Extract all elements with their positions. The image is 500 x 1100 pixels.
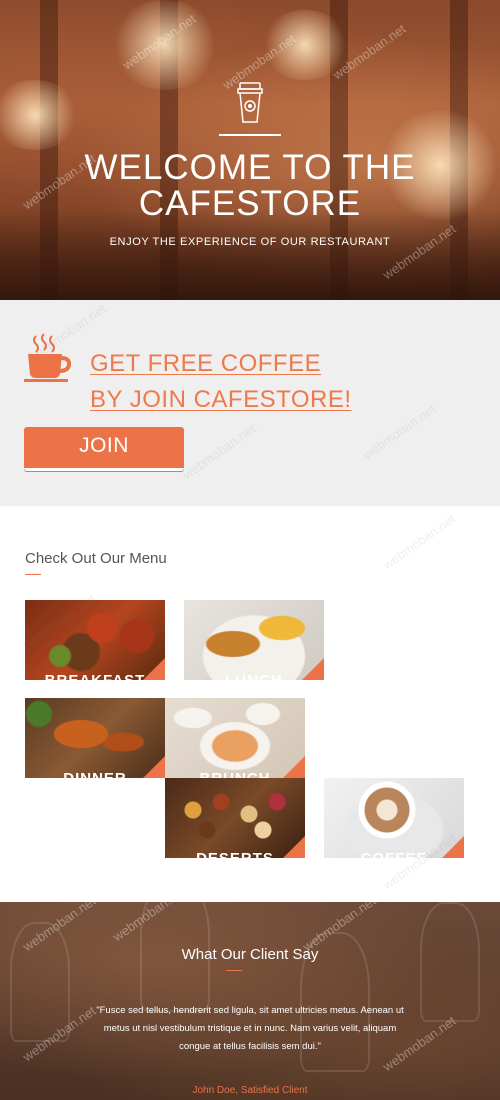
offer-headline-line1[interactable]: GET FREE COFFEE bbox=[90, 350, 321, 378]
menu-section-title: Check Out Our Menu bbox=[25, 550, 167, 567]
watermark-text: webmoban.net bbox=[180, 421, 259, 483]
steaming-cup-icon bbox=[24, 333, 72, 382]
hero-title: WELCOME TO THE CAFESTORE bbox=[0, 150, 500, 222]
menu-tile-label: BRUNCH bbox=[165, 770, 305, 778]
hero-subtitle: ENJOY THE EXPERIENCE OF OUR RESTAURANT bbox=[109, 236, 391, 248]
watermark-text: webmoban.net bbox=[380, 511, 459, 573]
testimonial-title-underline bbox=[226, 970, 242, 971]
testimonial-title: What Our Client Say bbox=[181, 946, 319, 963]
free-coffee-section: GET FREE COFFEE BY JOIN CAFESTORE! JOIN … bbox=[0, 300, 500, 506]
menu-tile-breakfast[interactable]: BREAKFAST bbox=[25, 600, 165, 680]
testimonial-section: What Our Client Say "Fusce sed tellus, h… bbox=[0, 902, 500, 1100]
hero-title-line2: CAFESTORE bbox=[138, 184, 362, 223]
menu-tile-deserts[interactable]: DESERTS bbox=[165, 778, 305, 858]
testimonial-author-link[interactable]: John Doe, Satisfied Client bbox=[0, 1085, 500, 1096]
menu-tile-label: COFFEE bbox=[324, 850, 464, 858]
hero-divider bbox=[219, 134, 281, 136]
hero-chandelier-glow bbox=[260, 10, 350, 80]
background-glass-shape bbox=[10, 922, 70, 1042]
join-button[interactable]: JOIN bbox=[24, 427, 184, 471]
offer-headline-line2[interactable]: BY JOIN CAFESTORE! bbox=[90, 386, 352, 414]
hero-tables-shadow bbox=[0, 210, 500, 300]
hero-banner: WELCOME TO THE CAFESTORE ENJOY THE EXPER… bbox=[0, 0, 500, 300]
menu-title-underline bbox=[25, 574, 41, 575]
menu-tile-label: DINNER bbox=[25, 770, 165, 778]
hero-chandelier-glow bbox=[110, 0, 220, 90]
menu-tile-label: DESERTS bbox=[165, 850, 305, 858]
hero-title-line1: WELCOME TO THE bbox=[84, 148, 416, 187]
menu-tile-lunch[interactable]: LUNCH bbox=[184, 600, 324, 680]
watermark-text: webmoban.net bbox=[360, 401, 439, 463]
menu-tile-label: BREAKFAST bbox=[25, 672, 165, 680]
hero-lamp-glow bbox=[0, 80, 80, 150]
coffee-cup-icon bbox=[237, 82, 263, 123]
menu-tile-brunch[interactable]: BRUNCH bbox=[165, 698, 305, 778]
testimonial-quote: "Fusce sed tellus, hendrerit sed ligula,… bbox=[96, 1005, 404, 1052]
menu-tile-label: LUNCH bbox=[184, 672, 324, 680]
menu-tile-coffee[interactable]: COFFEE bbox=[324, 778, 464, 858]
menu-tile-dinner[interactable]: DINNER bbox=[25, 698, 165, 778]
